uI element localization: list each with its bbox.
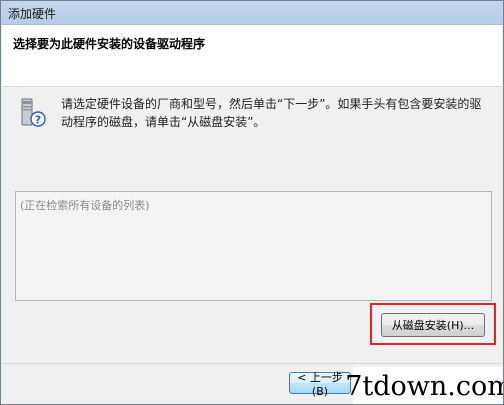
wizard-header: 选择要为此硬件安装的设备驱动程序 [2, 25, 502, 87]
device-list-placeholder: (正在检索所有设备的列表) [20, 199, 150, 212]
back-button[interactable]: < 上一步(B) [289, 371, 351, 398]
title-bar[interactable]: 添加硬件 [1, 1, 503, 25]
hardware-help-icon: ? [17, 98, 47, 128]
device-list[interactable]: (正在检索所有设备的列表) [15, 191, 492, 301]
have-disk-button[interactable]: 从磁盘安装(H)... [381, 313, 485, 337]
footer-separator [2, 363, 502, 364]
site-watermark: 7tdown.com [345, 367, 503, 404]
add-hardware-window: 添加硬件 选择要为此硬件安装的设备驱动程序 ? 请选定硬件设备的厂商和型号，然后… [0, 0, 504, 405]
window-title: 添加硬件 [8, 7, 57, 21]
svg-text:?: ? [35, 114, 41, 127]
instruction-text: 请选定硬件设备的厂商和型号，然后单击“下一步”。如果手头有包含要安装的驱动程序的… [61, 97, 482, 129]
page-title: 选择要为此硬件安装的设备驱动程序 [13, 37, 206, 51]
